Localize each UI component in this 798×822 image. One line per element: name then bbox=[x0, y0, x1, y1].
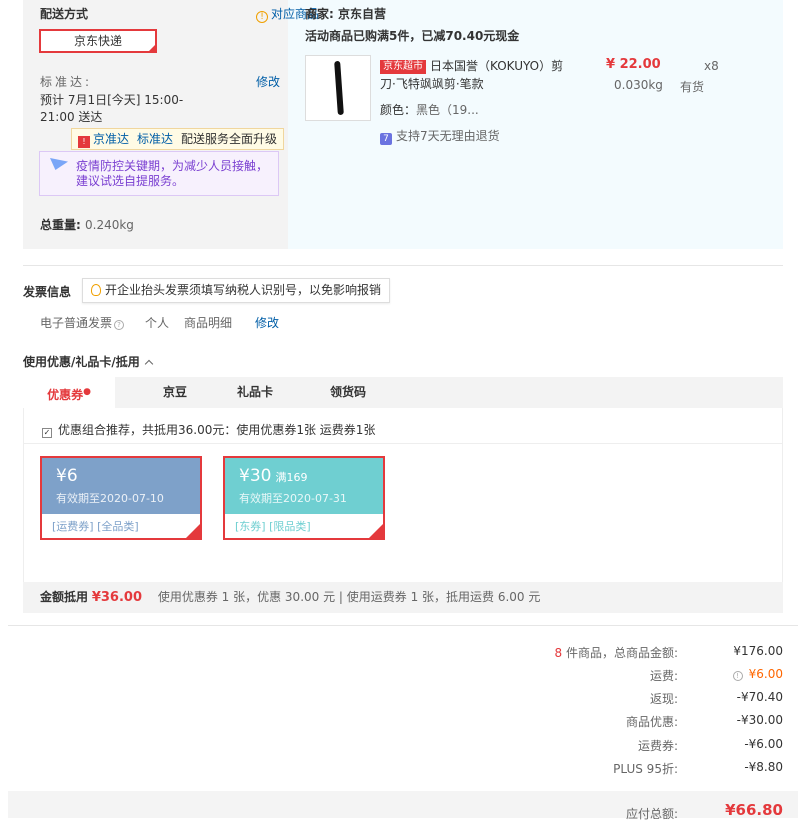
goods-count-label: 8 件商品，总商品金额: bbox=[554, 644, 678, 661]
jd-supermarket-badge: 京东超市 bbox=[380, 60, 426, 74]
pen-scissors-image bbox=[334, 60, 344, 116]
shipping-coupon-value: -¥6.00 bbox=[744, 737, 783, 751]
edit-invoice-link[interactable]: 修改 bbox=[255, 314, 279, 331]
shipping-coupon-label: 运费券: bbox=[637, 739, 678, 753]
checkbox-checked-icon[interactable]: ✓ bbox=[42, 428, 52, 438]
stock-status: 有货 bbox=[680, 80, 705, 94]
invoice-tip-text: 开企业抬头发票须填写纳税人识别号，以免影响报销 bbox=[105, 283, 382, 297]
product-price: ¥ 22.00 bbox=[606, 57, 661, 72]
payable-label: 应付总额: bbox=[625, 807, 678, 821]
coupon-expiry: 有效期至2020-07-31 bbox=[239, 492, 347, 505]
divider bbox=[8, 625, 798, 626]
shipping-option-label: 京东快递 bbox=[73, 34, 122, 48]
tab-redeem-code[interactable]: 领货码 bbox=[308, 377, 388, 408]
shipping-fee-value: ¥6.00 bbox=[748, 667, 783, 681]
lightbulb-icon bbox=[91, 284, 101, 296]
plus-discount-label: PLUS 95折: bbox=[613, 762, 678, 776]
seven-day-return-icon: 7 bbox=[380, 133, 392, 145]
coupon-section-toggle[interactable]: 使用优惠/礼品卡/抵用 bbox=[23, 353, 154, 370]
info-icon[interactable]: ! bbox=[732, 671, 743, 681]
divider bbox=[23, 265, 783, 266]
active-dot-icon: ● bbox=[83, 387, 91, 397]
coupon-amount: ¥30 bbox=[239, 466, 272, 486]
coupon-tags: [运费券] [全品类] bbox=[52, 520, 139, 533]
goods-discount-label: 商品优惠: bbox=[625, 715, 678, 729]
selected-check-icon bbox=[186, 524, 200, 538]
shipping-title: 配送方式 bbox=[40, 7, 89, 21]
rebate-label: 返现: bbox=[649, 692, 678, 706]
product-color: 颜色：黑色（19... bbox=[380, 101, 479, 118]
tab-coupons-label: 优惠券 bbox=[47, 388, 84, 402]
product-name[interactable]: 京东超市 日本国誉（KOKUYO）剪刀·飞特飒飒剪·笔款 bbox=[380, 57, 570, 93]
product-weight: 0.030kg bbox=[614, 78, 663, 92]
delivery-upgrade-tag[interactable]: ! 京准达 标准达 配送服务全面升级 bbox=[71, 128, 285, 150]
notice-pin-icon bbox=[50, 158, 68, 170]
deduct-detail: 使用优惠券 1 张，优惠 30.00 元 | 使用运费券 1 张，抵用运费 6.… bbox=[157, 590, 541, 604]
invoice-type: 电子普通发票? bbox=[40, 314, 125, 331]
invoice-type-label: 电子普通发票 bbox=[40, 316, 113, 330]
total-goods-value: ¥176.00 bbox=[733, 644, 783, 658]
invoice-detail: 商品明细 bbox=[184, 316, 233, 330]
shipping-fee: ! ¥6.00 bbox=[732, 667, 783, 681]
return-text: 支持7天无理由退货 bbox=[396, 129, 500, 143]
color-label: 颜色： bbox=[380, 103, 417, 117]
upgrade-text: 配送服务全面升级 bbox=[181, 132, 278, 146]
standard-delivery-label: 标准达: bbox=[40, 75, 93, 89]
coupon-tabs: 优惠券● 京豆 礼品卡 领货码 bbox=[23, 377, 783, 408]
total-weight-label: 总重量: bbox=[40, 218, 81, 232]
product-image[interactable] bbox=[305, 55, 371, 121]
question-icon[interactable]: ? bbox=[114, 320, 125, 330]
coupon-expiry: 有效期至2020-07-10 bbox=[56, 492, 164, 505]
delivery-time-line2: 21:00 送达 bbox=[40, 110, 103, 124]
seller-name: 商家: 京东自营 bbox=[305, 7, 386, 21]
goods-count-text: 件商品，总商品金额: bbox=[565, 646, 678, 660]
rebate-value: -¥70.40 bbox=[736, 690, 783, 704]
deduct-label: 金额抵用 bbox=[40, 590, 89, 604]
jd-delivery-icon: ! bbox=[78, 136, 90, 148]
deduct-amount: ¥36.00 bbox=[91, 590, 143, 605]
epidemic-notice: 疫情防控关键期，为减少人员接触，建议试选自提服务。 bbox=[39, 151, 279, 196]
delivery-time-line1: 预计 7月1日[今天] 15:00- bbox=[40, 93, 184, 107]
coupon-card[interactable]: ¥30 满169 有效期至2020-07-31 [东券] [限品类] bbox=[223, 456, 385, 540]
deduct-summary: 金额抵用 ¥36.00 使用优惠券 1 张，优惠 30.00 元 | 使用运费券… bbox=[23, 582, 783, 613]
payable-value: ¥66.80 bbox=[725, 801, 783, 819]
promo-text: 活动商品已购满5件，已减70.40元现金 bbox=[305, 29, 520, 43]
product-quantity: x8 bbox=[704, 59, 719, 73]
shipping-option-jd-express[interactable]: 京东快递 bbox=[39, 29, 157, 53]
total-weight-value: 0.240kg bbox=[85, 218, 134, 232]
plus-discount-value: -¥8.80 bbox=[744, 760, 783, 774]
epidemic-text: 疫情防控关键期，为减少人员接触，建议试选自提服务。 bbox=[76, 159, 269, 188]
coupon-amount: ¥6 bbox=[56, 466, 78, 486]
tab-jingdou[interactable]: 京豆 bbox=[135, 377, 215, 408]
total-weight: 总重量: 0.240kg bbox=[40, 216, 134, 233]
info-icon: ! bbox=[256, 11, 268, 23]
tab-coupons[interactable]: 优惠券● bbox=[23, 377, 115, 408]
payable-bar bbox=[8, 791, 798, 818]
goods-count: 8 bbox=[554, 646, 563, 660]
coupon-recommend[interactable]: ✓ 优惠组合推荐，共抵用36.00元：使用优惠券1张 运费券1张 bbox=[42, 421, 375, 438]
coupon-condition: 满169 bbox=[275, 471, 308, 484]
coupon-tags: [东券] [限品类] bbox=[235, 520, 311, 533]
coupon-section-title: 使用优惠/礼品卡/抵用 bbox=[23, 355, 140, 369]
invoice-title: 发票信息 bbox=[23, 285, 72, 299]
shipping-fee-label: 运费: bbox=[649, 669, 678, 683]
coupon-card[interactable]: ¥6 有效期至2020-07-10 [运费券] [全品类] bbox=[40, 456, 202, 540]
selected-check-icon bbox=[369, 524, 383, 538]
edit-delivery-time-link[interactable]: 修改 bbox=[256, 73, 280, 90]
selected-check-icon bbox=[147, 43, 157, 53]
goods-discount-value: -¥30.00 bbox=[736, 713, 783, 727]
tab-gift-card[interactable]: 礼品卡 bbox=[215, 377, 295, 408]
color-value: 黑色（19... bbox=[416, 103, 479, 117]
jingzhunda-label: 京准达 bbox=[93, 132, 130, 146]
chevron-up-icon bbox=[144, 359, 154, 369]
return-policy: 7 支持7天无理由退货 bbox=[380, 127, 500, 145]
invoice-tip: 开企业抬头发票须填写纳税人识别号，以免影响报销 bbox=[82, 278, 391, 303]
invoice-person: 个人 bbox=[145, 316, 170, 330]
biaozhunda-label: 标准达 bbox=[137, 132, 174, 146]
recommend-text: 优惠组合推荐，共抵用36.00元：使用优惠券1张 运费券1张 bbox=[58, 423, 376, 437]
divider bbox=[23, 443, 783, 444]
